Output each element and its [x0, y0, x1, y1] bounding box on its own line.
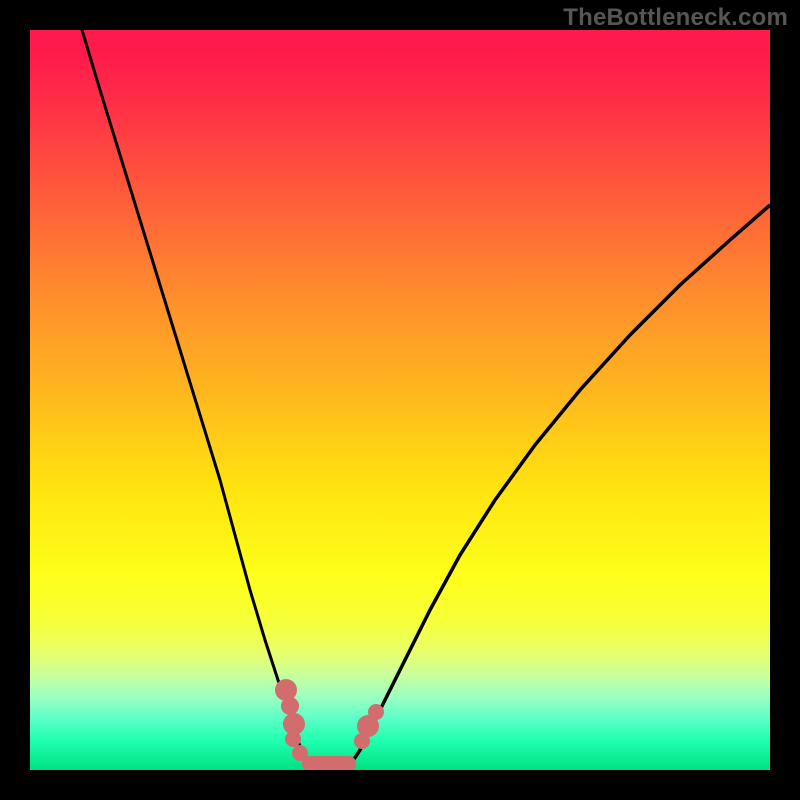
watermark-text: TheBottleneck.com: [563, 4, 788, 32]
chart-frame: TheBottleneck.com: [0, 0, 800, 800]
plot-area: [30, 30, 770, 770]
valley-marker-group: [275, 679, 384, 770]
valley-marker-dot: [281, 697, 299, 715]
left-curve: [82, 30, 320, 770]
valley-marker-dot: [368, 704, 384, 720]
valley-marker-dot: [285, 731, 301, 747]
curve-layer: [30, 30, 770, 770]
right-curve: [340, 205, 770, 770]
valley-marker-dot: [292, 745, 308, 761]
valley-base-bar: [302, 756, 356, 770]
valley-marker-dot: [275, 679, 297, 701]
